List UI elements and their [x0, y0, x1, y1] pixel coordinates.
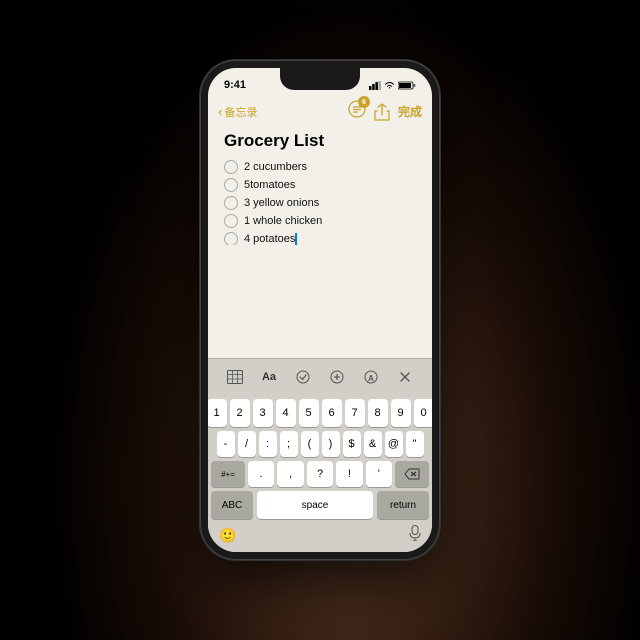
check-circle-icon: [296, 370, 310, 384]
x-icon: [398, 370, 412, 384]
style-icon[interactable]: A: [359, 365, 383, 389]
key-2[interactable]: 2: [230, 399, 250, 427]
key-return[interactable]: return: [377, 491, 429, 519]
check-circle[interactable]: [224, 196, 238, 210]
keyboard-row-misc: #+= . , ? ! ': [211, 461, 429, 487]
battery-icon: [398, 81, 416, 90]
share-icon[interactable]: [374, 103, 390, 121]
key-abc[interactable]: ABC: [211, 491, 253, 519]
notch: [280, 68, 360, 90]
key-6[interactable]: 6: [322, 399, 342, 427]
check-circle[interactable]: [224, 178, 238, 192]
key-quote[interactable]: ": [406, 431, 424, 457]
back-chevron-icon: ‹: [218, 104, 222, 119]
keyboard-row-bottom: ABC space return: [211, 491, 429, 519]
table-icon[interactable]: [223, 365, 247, 389]
key-slash[interactable]: /: [238, 431, 256, 457]
item-text: 3 yellow onions: [244, 197, 319, 209]
check-circle[interactable]: [224, 160, 238, 174]
note-content: Grocery List 2 cucumbers 5tomatoes 3 yel…: [208, 127, 432, 245]
nav-actions: 6 完成: [348, 100, 422, 123]
key-5[interactable]: 5: [299, 399, 319, 427]
status-time: 9:41: [224, 79, 246, 91]
nav-back[interactable]: ‹ 备忘录: [218, 104, 257, 120]
key-at[interactable]: @: [385, 431, 403, 457]
dismiss-keyboard-icon[interactable]: [393, 365, 417, 389]
key-comma[interactable]: ,: [277, 461, 303, 487]
key-exclaim[interactable]: !: [336, 461, 362, 487]
keyboard-row-numbers: 1 2 3 4 5 6 7 8 9 0: [211, 399, 429, 427]
list-item: 5tomatoes: [224, 177, 416, 193]
emoji-icon[interactable]: 🙂: [219, 527, 236, 544]
key-hashplus[interactable]: #+=: [211, 461, 245, 487]
key-9[interactable]: 9: [391, 399, 411, 427]
signal-icon: [369, 81, 381, 90]
key-8[interactable]: 8: [368, 399, 388, 427]
key-dash[interactable]: -: [217, 431, 235, 457]
done-button[interactable]: 完成: [398, 103, 422, 120]
list-item: 3 yellow onions: [224, 195, 416, 211]
item-text: 2 cucumbers: [244, 161, 307, 173]
check-circle[interactable]: [224, 214, 238, 228]
check-circle[interactable]: [224, 232, 238, 245]
keyboard-row-symbols: - / : ; ( ) $ & @ ": [211, 431, 429, 457]
add-icon[interactable]: [325, 365, 349, 389]
badge-icon-wrap[interactable]: 6: [348, 100, 366, 123]
badge-count: 6: [358, 96, 370, 108]
checkmark-icon[interactable]: [291, 365, 315, 389]
key-3[interactable]: 3: [253, 399, 273, 427]
key-colon[interactable]: :: [259, 431, 277, 457]
list-item: 2 cucumbers: [224, 159, 416, 175]
key-dollar[interactable]: $: [343, 431, 361, 457]
item-text: 5tomatoes: [244, 179, 295, 191]
status-icons: [369, 81, 416, 90]
phone-device: 9: 4 1: [200, 60, 440, 560]
key-semicolon[interactable]: ;: [280, 431, 298, 457]
key-1[interactable]: 1: [208, 399, 227, 427]
keyboard: 1 2 3 4 5 6 7 8 9 0 - / : ; (: [208, 395, 432, 552]
delete-icon: [404, 468, 420, 480]
item-text: 1 whole chicken: [244, 215, 322, 227]
note-title: Grocery List: [224, 131, 416, 151]
key-7[interactable]: 7: [345, 399, 365, 427]
checklist: 2 cucumbers 5tomatoes 3 yellow onions 1 …: [224, 159, 416, 245]
keyboard-extras: 🙂: [211, 523, 429, 546]
key-question[interactable]: ?: [307, 461, 333, 487]
key-delete[interactable]: [395, 461, 429, 487]
key-4[interactable]: 4: [276, 399, 296, 427]
list-item: 1 whole chicken: [224, 213, 416, 229]
key-0[interactable]: 0: [414, 399, 433, 427]
mic-icon[interactable]: [409, 525, 421, 546]
microphone-icon: [409, 525, 421, 541]
key-close-paren[interactable]: ): [322, 431, 340, 457]
text-cursor: [295, 233, 297, 244]
wifi-icon: [384, 81, 395, 90]
svg-text:A: A: [368, 374, 374, 383]
format-icon[interactable]: Aa: [257, 365, 281, 389]
nav-bar: ‹ 备忘录 6: [208, 98, 432, 127]
scene: 9: 4 1: [0, 0, 640, 640]
key-period[interactable]: .: [248, 461, 274, 487]
key-space[interactable]: space: [257, 491, 373, 519]
key-ampersand[interactable]: &: [364, 431, 382, 457]
item-text: 4 potatoes: [244, 233, 297, 245]
content-spacer: [208, 245, 432, 359]
circle-a-icon: A: [364, 370, 378, 384]
screen: 9: 4 1: [208, 68, 432, 552]
table-grid-icon: [227, 370, 243, 384]
plus-circle-icon: [330, 370, 344, 384]
keyboard-toolbar: Aa A: [208, 358, 432, 395]
back-label: 备忘录: [224, 104, 257, 120]
key-open-paren[interactable]: (: [301, 431, 319, 457]
key-apostrophe[interactable]: ': [366, 461, 392, 487]
list-item: 4 potatoes: [224, 231, 416, 245]
